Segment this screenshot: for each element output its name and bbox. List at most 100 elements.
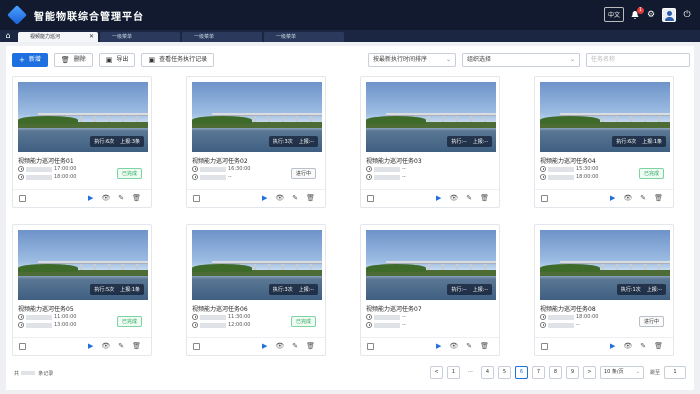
total-prefix: 共	[14, 371, 20, 377]
edit-icon[interactable]: ✎	[118, 194, 124, 203]
task-snapshot-image[interactable]: 执行:5次 上报:1条	[18, 230, 148, 300]
exec-count: --	[463, 139, 467, 145]
task-card[interactable]: 执行:3次 上报:-- 视频能力巡河任务06 11:30:00 12:00:00 已完成 ▶…	[186, 224, 326, 356]
edit-icon[interactable]: ✎	[640, 194, 646, 203]
trash-icon[interactable]: 🗑	[654, 194, 663, 203]
sort-select[interactable]: 按最新执行时间排序 ⌄	[368, 53, 456, 67]
play-icon[interactable]: ▶	[88, 194, 93, 203]
redacted-date	[200, 314, 226, 320]
play-icon[interactable]: ▶	[262, 342, 267, 351]
language-switch-button[interactable]: 中文	[603, 7, 624, 22]
page-button[interactable]: 8	[548, 366, 562, 379]
task-snapshot-image[interactable]: 执行:6次 上报:3条	[18, 82, 148, 152]
tab-menu-3[interactable]: 一级菜单	[264, 32, 344, 42]
trash-icon[interactable]: 🗑	[132, 342, 141, 351]
close-icon[interactable]: ✕	[89, 32, 94, 42]
select-checkbox[interactable]	[541, 195, 548, 202]
task-name-search-input[interactable]: 任务名称	[586, 53, 690, 67]
edit-icon[interactable]: ✎	[640, 342, 646, 351]
export-button[interactable]: ▣ 导出	[98, 53, 136, 67]
execution-stats: 执行:3次 上报:--	[268, 284, 318, 295]
trash-icon[interactable]: 🗑	[480, 194, 489, 203]
org-select[interactable]: 组织选择 ⌄	[462, 53, 580, 67]
end-time-row: 18:00:00	[18, 174, 76, 180]
eye-icon[interactable]: 👁	[623, 194, 632, 203]
edit-icon[interactable]: ✎	[292, 342, 298, 351]
page-button[interactable]: 7	[531, 366, 545, 379]
task-card[interactable]: 执行:-- 上报:-- 视频能力巡河任务07 -- -- ▶ 👁 ✎ 🗑	[360, 224, 500, 356]
page-size-value: 10 条/页	[603, 369, 624, 375]
edit-icon[interactable]: ✎	[118, 342, 124, 351]
task-snapshot-image[interactable]: 执行:3次 上报:--	[192, 230, 322, 300]
page-button[interactable]: 6	[514, 366, 528, 379]
clock-icon	[18, 322, 24, 328]
eye-icon[interactable]: 👁	[101, 342, 110, 351]
task-snapshot-image[interactable]: 执行:-- 上报:--	[366, 82, 496, 152]
trash-icon[interactable]: 🗑	[480, 342, 489, 351]
jump-page-input[interactable]: 1	[664, 366, 686, 379]
redacted-date	[26, 322, 52, 328]
eye-icon[interactable]: 👁	[275, 194, 284, 203]
task-card[interactable]: 执行:5次 上报:1条 视频能力巡河任务05 11:00:00 13:00:00 已完成 ▶…	[12, 224, 152, 356]
eye-icon[interactable]: 👁	[449, 342, 458, 351]
task-card[interactable]: 执行:6次 上报:1条 视频能力巡河任务04 15:30:00 18:00:00 已完成 ▶…	[534, 76, 674, 208]
report-count: --	[484, 139, 488, 145]
task-snapshot-image[interactable]: 执行:1次 上报:--	[540, 230, 670, 300]
select-checkbox[interactable]	[19, 195, 26, 202]
trash-icon[interactable]: 🗑	[306, 194, 315, 203]
task-card[interactable]: 执行:3次 上报:-- 视频能力巡河任务02 16:30:00 -- 进行中 ▶ 👁 ✎ 🗑	[186, 76, 326, 208]
view-records-button[interactable]: ▣ 查看任务执行记录	[141, 53, 215, 67]
trash-icon[interactable]: 🗑	[306, 342, 315, 351]
report-count: --	[658, 287, 662, 293]
page-button[interactable]: 5	[497, 366, 511, 379]
page-button[interactable]: 4	[480, 366, 494, 379]
select-checkbox[interactable]	[193, 343, 200, 350]
next-page-button[interactable]: >	[582, 366, 596, 379]
edit-icon[interactable]: ✎	[466, 342, 472, 351]
eye-icon[interactable]: 👁	[275, 342, 284, 351]
page-button[interactable]: 9	[565, 366, 579, 379]
trash-icon[interactable]: 🗑	[654, 342, 663, 351]
card-actions: ▶ 👁 ✎ 🗑	[262, 194, 315, 203]
tab-menu-2[interactable]: 一级菜单	[182, 32, 262, 42]
prev-page-button[interactable]: <	[429, 366, 443, 379]
eye-icon[interactable]: 👁	[101, 194, 110, 203]
logout-icon[interactable]: ⏻	[682, 10, 692, 20]
home-icon[interactable]: ⌂	[0, 30, 16, 42]
task-snapshot-image[interactable]: 执行:-- 上报:--	[366, 230, 496, 300]
task-snapshot-image[interactable]: 执行:6次 上报:1条	[540, 82, 670, 152]
play-icon[interactable]: ▶	[436, 342, 441, 351]
select-checkbox[interactable]	[367, 343, 374, 350]
select-checkbox[interactable]	[541, 343, 548, 350]
user-avatar[interactable]	[662, 7, 676, 22]
task-card[interactable]: 执行:6次 上报:3条 视频能力巡河任务01 17:00:00 18:00:00 已完成 ▶…	[12, 76, 152, 208]
play-icon[interactable]: ▶	[436, 194, 441, 203]
delete-button[interactable]: 🗑 删除	[53, 53, 93, 67]
notification-button[interactable]: 1	[630, 6, 644, 20]
trash-icon[interactable]: 🗑	[132, 194, 141, 203]
play-icon[interactable]: ▶	[610, 194, 615, 203]
tab-video-patrol[interactable]: 视频能力巡河 ✕	[18, 32, 98, 42]
play-icon[interactable]: ▶	[610, 342, 615, 351]
gear-icon[interactable]: ⚙	[646, 10, 656, 20]
card-actions: ▶ 👁 ✎ 🗑	[88, 194, 141, 203]
add-button[interactable]: + 新增	[12, 53, 48, 67]
select-checkbox[interactable]	[367, 195, 374, 202]
task-card[interactable]: 执行:1次 上报:-- 视频能力巡河任务08 18:00:00 -- 进行中 ▶ 👁 ✎ 🗑	[534, 224, 674, 356]
play-icon[interactable]: ▶	[262, 194, 267, 203]
play-icon[interactable]: ▶	[88, 342, 93, 351]
eye-icon[interactable]: 👁	[449, 194, 458, 203]
select-checkbox[interactable]	[19, 343, 26, 350]
task-snapshot-image[interactable]: 执行:3次 上报:--	[192, 82, 322, 152]
edit-icon[interactable]: ✎	[292, 194, 298, 203]
end-time-row: 13:00:00	[18, 322, 76, 328]
page-button[interactable]: 1	[446, 366, 460, 379]
exec-label: 执行:	[94, 287, 106, 293]
page-size-select[interactable]: 10 条/页 ⌄	[599, 366, 644, 379]
edit-icon[interactable]: ✎	[466, 194, 472, 203]
end-time: 18:00:00	[54, 174, 77, 180]
eye-icon[interactable]: 👁	[623, 342, 632, 351]
task-card[interactable]: 执行:-- 上报:-- 视频能力巡河任务03 -- -- ▶ 👁 ✎ 🗑	[360, 76, 500, 208]
select-checkbox[interactable]	[193, 195, 200, 202]
tab-menu-1[interactable]: 一级菜单	[100, 32, 180, 42]
